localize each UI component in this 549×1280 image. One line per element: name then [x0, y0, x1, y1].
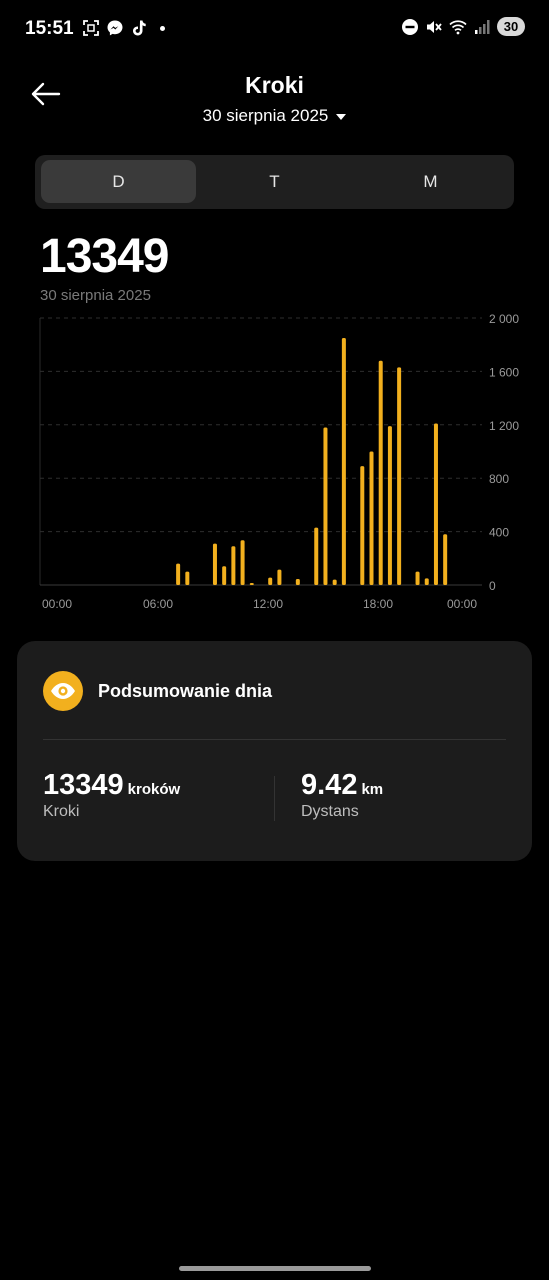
y-tick-label: 800 — [489, 472, 509, 486]
chart-bar — [397, 367, 402, 585]
chart-bar — [314, 527, 319, 585]
y-tick-label: 1 200 — [489, 419, 519, 433]
daily-summary-card: Podsumowanie dnia 13349 kroków Kroki 9.42… — [17, 641, 532, 861]
chart-bar — [378, 360, 383, 585]
total-steps-date: 30 sierpnia 2025 — [40, 287, 151, 304]
screenshot-icon — [83, 20, 99, 36]
x-tick-label: 00:00 — [42, 597, 72, 611]
period-segmented-control: D T M — [35, 155, 514, 209]
distance-stat-label: Dystans — [301, 803, 359, 820]
y-tick-label: 2 000 — [489, 312, 519, 326]
summary-title: Podsumowanie dnia — [98, 681, 273, 701]
tab-month[interactable]: M — [353, 160, 508, 203]
system-icons: 30 — [401, 17, 525, 36]
chart-bar — [222, 566, 227, 585]
x-tick-label: 12:00 — [253, 597, 283, 611]
chart-bar — [332, 579, 337, 585]
chart-bar — [415, 571, 420, 585]
total-steps-value: 13349 — [40, 230, 169, 283]
caret-down-icon — [336, 113, 347, 120]
tab-day[interactable]: D — [41, 160, 196, 203]
distance-stat-value: 9.42 — [301, 769, 358, 801]
chart-bar — [369, 451, 374, 585]
chart-bar — [231, 546, 236, 585]
dnd-icon — [402, 18, 418, 35]
distance-stat-unit: km — [361, 781, 384, 798]
chart-bar — [176, 563, 181, 585]
steps-stat-label: Kroki — [43, 803, 80, 820]
page-title: Kroki — [245, 72, 304, 98]
notification-icons — [82, 19, 165, 37]
chart-bar — [433, 423, 438, 585]
chart-bar — [323, 427, 328, 585]
chart-bar — [341, 338, 346, 585]
tiktok-icon — [133, 20, 146, 36]
chart-bar — [277, 569, 282, 585]
mute-icon — [427, 20, 442, 33]
chart-bar — [387, 426, 392, 585]
steps-stat-unit: kroków — [127, 781, 181, 798]
chart-bar — [212, 543, 217, 585]
chart-bar — [249, 582, 254, 585]
tab-week[interactable]: T — [197, 160, 352, 203]
y-tick-label: 0 — [489, 579, 496, 593]
chart-bar — [424, 578, 429, 585]
x-tick-label: 18:00 — [363, 597, 393, 611]
chart-bar — [360, 466, 365, 585]
divider — [43, 739, 506, 740]
distance-stat: 9.42 km — [301, 769, 383, 802]
y-tick-label: 1 600 — [489, 365, 519, 379]
signal-icon — [475, 19, 490, 34]
date-selector-label: 30 sierpnia 2025 — [202, 106, 329, 125]
battery-indicator: 30 — [497, 17, 525, 36]
chart-bar — [443, 534, 448, 585]
eye-icon — [43, 671, 83, 711]
x-tick-label: 06:00 — [143, 597, 173, 611]
steps-stat-value: 13349 — [43, 769, 124, 801]
wifi-icon — [449, 19, 467, 34]
chart-bar — [268, 577, 273, 585]
home-indicator[interactable] — [179, 1266, 371, 1271]
status-bar: 15:51 30 — [0, 0, 549, 60]
y-tick-label: 400 — [489, 526, 509, 540]
stat-divider — [274, 776, 275, 821]
chart-bar — [295, 578, 300, 585]
date-selector[interactable]: 30 sierpnia 2025 — [0, 106, 549, 126]
chart-bar — [185, 571, 190, 585]
x-tick-label: 00:00 — [447, 597, 477, 611]
messenger-icon — [107, 20, 123, 36]
more-notifications-dot — [160, 25, 165, 31]
steps-stat: 13349 kroków — [43, 769, 180, 802]
status-time: 15:51 — [25, 18, 74, 39]
chart-bar — [240, 540, 245, 585]
steps-bar-chart: 2 000 1 600 1 200 800 400 0 00:00 06:00 12:00 18:… — [39, 312, 519, 611]
